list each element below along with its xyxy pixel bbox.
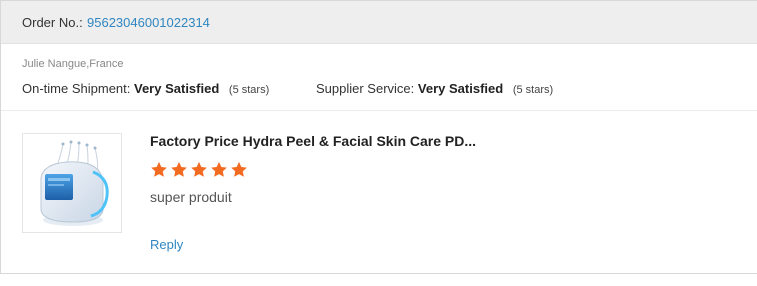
rating-value: Very Satisfied: [134, 81, 220, 96]
star-icon: [211, 161, 227, 177]
beauty-machine-icon: [40, 140, 109, 226]
star-icon: [191, 161, 207, 177]
order-header: Order No.: 95623046001022314: [1, 1, 757, 44]
buyer-name: Julie Nangue,France: [22, 58, 124, 70]
feedback-meta: Julie Nangue,France On-time Shipment: Ve…: [1, 44, 757, 111]
rating-label: Supplier Service:: [316, 81, 415, 96]
rating-stars-text: (5 stars): [512, 84, 554, 96]
rating-stars-text: (5 stars): [228, 84, 270, 96]
product-image[interactable]: [22, 133, 122, 233]
order-label: Order No.:: [22, 15, 83, 30]
feedback-card: Order No.: 95623046001022314 Julie Nangu…: [0, 0, 757, 274]
product-title-link[interactable]: Factory Price Hydra Peel & Facial Skin C…: [150, 133, 476, 149]
rating-value: Very Satisfied: [417, 81, 504, 96]
star-icon: [151, 161, 167, 177]
review-text: super produit: [150, 189, 232, 205]
rating-label: On-time Shipment:: [22, 81, 131, 96]
order-number-link[interactable]: 95623046001022314: [87, 15, 210, 30]
rating-supplier-service: Supplier Service: Very Satisfied (5 star…: [316, 81, 553, 96]
star-icon: [171, 161, 187, 177]
reply-link[interactable]: Reply: [150, 237, 183, 252]
product-star-rating: [150, 161, 248, 179]
rating-shipment: On-time Shipment: Very Satisfied (5 star…: [22, 81, 269, 96]
star-icon: [231, 161, 247, 177]
